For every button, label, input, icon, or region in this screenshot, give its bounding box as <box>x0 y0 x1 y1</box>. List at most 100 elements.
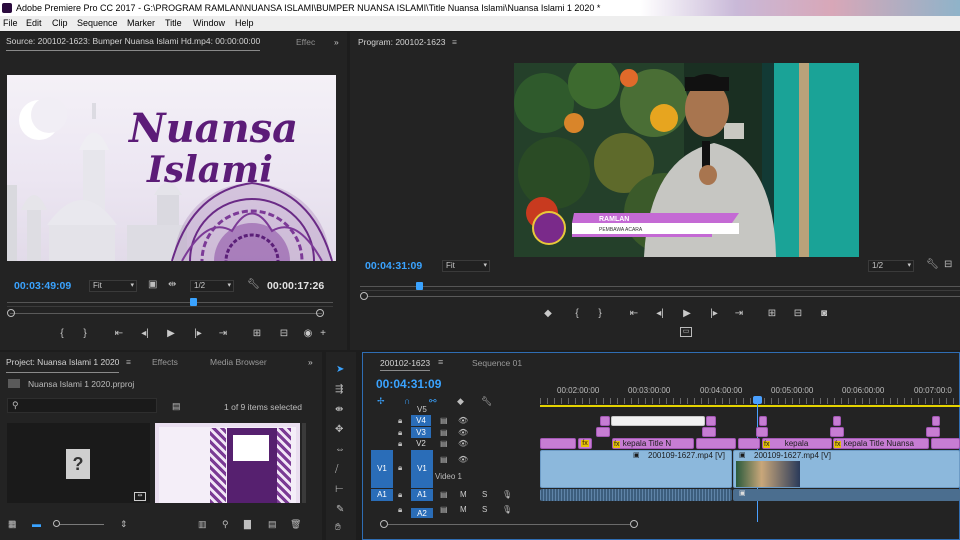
program-go-to-in-icon[interactable]: ⇤ <box>627 308 641 320</box>
v2-title-clip-lead[interactable] <box>540 438 576 449</box>
v2-target[interactable]: V2 <box>411 438 431 449</box>
v1-eye-icon[interactable]: 👁︎ <box>458 454 468 466</box>
v2-title-clip-5[interactable]: fx kepala Title Nuansa <box>833 438 929 449</box>
program-playhead[interactable] <box>416 282 423 290</box>
a2-lock-icon[interactable]: 🔒︎ <box>398 504 402 516</box>
a1-solo[interactable]: S <box>482 490 487 499</box>
pen-tool-icon[interactable]: ✎ <box>336 504 344 516</box>
program-zoom-bar[interactable] <box>368 296 960 297</box>
v3-clip-3[interactable] <box>756 427 768 437</box>
v2-title-clip-6[interactable] <box>931 438 960 449</box>
v1-sync-icon[interactable]: ▤ <box>440 454 448 466</box>
export-frame-icon[interactable]: ◉ <box>301 328 315 340</box>
add-button-icon[interactable]: + <box>316 328 330 340</box>
v4-clip-4[interactable] <box>833 416 841 426</box>
source-zoom-bar[interactable] <box>10 313 322 314</box>
panel-overflow-icon[interactable]: » <box>334 32 339 52</box>
new-bin-from-search-icon[interactable]: ▤ <box>172 400 181 412</box>
razor-tool-icon[interactable]: ⧸ <box>335 464 338 476</box>
timeline-scroll-handle-left[interactable] <box>380 520 388 528</box>
step-forward-icon[interactable]: |▸ <box>191 328 205 340</box>
new-item-icon[interactable]: ▤ <box>268 518 277 530</box>
find-icon[interactable]: ⚲ <box>222 518 229 530</box>
v1-video-clip-2[interactable]: ▣ 200109-1627.mp4 [V] <box>733 450 960 488</box>
camera-icon[interactable]: ◙ <box>817 308 831 320</box>
sequence-01-tab[interactable]: Sequence 01 <box>472 358 522 368</box>
a2-sync-icon[interactable]: ▤ <box>440 504 448 516</box>
add-marker-icon[interactable]: ◆ <box>541 308 555 320</box>
a1-audio-clip-2[interactable]: ▣ <box>733 489 960 501</box>
effects-tab[interactable]: Effects <box>152 352 178 372</box>
sort-icon[interactable]: ⇕ <box>120 518 128 530</box>
v2-eye-icon[interactable]: 👁︎ <box>458 438 468 450</box>
timeline-scroll-handle-right[interactable] <box>630 520 638 528</box>
menu-help[interactable]: Help <box>235 16 254 31</box>
v3-target[interactable]: V3 <box>411 427 431 438</box>
v2-sync-icon[interactable]: ▤ <box>440 438 448 450</box>
menu-sequence[interactable]: Sequence <box>77 16 118 31</box>
program-fit-dropdown[interactable]: Fit <box>442 260 490 272</box>
media-browser-tab[interactable]: Media Browser <box>210 352 267 372</box>
v1-source-patch[interactable]: V1 <box>371 450 393 488</box>
track-select-tool-icon[interactable]: ⇶ <box>335 384 343 396</box>
program-scrub-bar[interactable] <box>360 281 960 291</box>
a2-solo[interactable]: S <box>482 505 487 514</box>
v3-clip-2[interactable] <box>702 427 716 437</box>
automate-to-sequence-icon[interactable]: ▥ <box>198 518 207 530</box>
source-timecode[interactable]: 00:03:49:09 <box>14 280 71 292</box>
program-mark-in-icon[interactable]: { <box>570 308 584 320</box>
menu-title[interactable]: Title <box>165 16 182 31</box>
project-tab[interactable]: Project: Nuansa Islami 1 2020 <box>6 352 120 373</box>
project-item-missing[interactable]: ? ⇹ <box>7 423 150 503</box>
source-scrub-bar[interactable] <box>7 297 333 307</box>
go-to-in-icon[interactable]: ⇤ <box>112 328 126 340</box>
v4-target[interactable]: V4 <box>411 415 431 426</box>
menu-edit[interactable]: Edit <box>26 16 42 31</box>
slip-tool-icon[interactable]: ⊢ <box>335 484 344 496</box>
v1-video-clip-1[interactable]: ▣ 200109-1627.mp4 [V] <box>540 450 732 488</box>
work-area-bar[interactable] <box>540 405 960 407</box>
v4-lock-icon[interactable]: 🔒︎ <box>398 415 402 427</box>
source-playhead[interactable] <box>190 298 197 306</box>
program-mark-out-icon[interactable]: } <box>593 308 607 320</box>
project-menu-icon[interactable]: ≡ <box>126 352 131 372</box>
v3-clip-1[interactable] <box>596 427 610 437</box>
timeline-menu-icon[interactable]: ≡ <box>438 357 443 367</box>
v2-title-clip-2[interactable] <box>696 438 736 449</box>
rolling-edit-tool-icon[interactable]: ✥ <box>335 424 343 436</box>
lift-icon[interactable]: ⊞ <box>765 308 779 320</box>
program-menu-icon[interactable]: ≡ <box>452 32 457 52</box>
v1-target[interactable]: V1 <box>411 450 433 488</box>
step-back-icon[interactable]: ◂| <box>138 328 152 340</box>
v3-clip-5[interactable] <box>926 427 940 437</box>
a1-audio-clip-1[interactable] <box>540 489 732 501</box>
menu-window[interactable]: Window <box>193 16 225 31</box>
timeline-tab[interactable]: 200102-1623 <box>380 358 431 371</box>
new-bin-icon[interactable]: ▇ <box>244 518 251 530</box>
a2-mic-icon[interactable]: 🎙︎ <box>502 504 512 516</box>
a1-source-patch[interactable]: A1 <box>371 489 393 501</box>
go-to-out-icon[interactable]: ⇥ <box>216 328 230 340</box>
project-scrollbar[interactable] <box>302 423 306 503</box>
zoom-slider-track[interactable] <box>56 524 104 525</box>
wrench-icon[interactable]: 🔧︎ <box>247 279 260 291</box>
menu-marker[interactable]: Marker <box>127 16 155 31</box>
ripple-edit-tool-icon[interactable]: ⇼ <box>335 404 343 416</box>
v4-clip-3[interactable] <box>759 416 767 426</box>
extract-icon[interactable]: ⊟ <box>791 308 805 320</box>
v4-sync-icon[interactable]: ▤ <box>440 415 448 427</box>
program-go-to-out-icon[interactable]: ⇥ <box>732 308 746 320</box>
v2-title-clip-3[interactable] <box>738 438 760 449</box>
settings-square-icon[interactable]: ▣ <box>148 279 157 291</box>
v4-clip-1[interactable] <box>600 416 610 426</box>
source-resolution-dropdown[interactable]: 1/2 <box>190 280 234 292</box>
source-zoom-handle-left[interactable] <box>7 309 15 317</box>
program-resolution-dropdown[interactable]: 1/2 <box>868 260 914 272</box>
a1-mute[interactable]: M <box>460 490 467 499</box>
program-step-back-icon[interactable]: ◂| <box>653 308 667 320</box>
v4-clip-white[interactable] <box>611 416 705 426</box>
icon-view-icon[interactable]: ▬ <box>32 518 41 530</box>
insert-clip-icon[interactable]: ⊞ <box>250 328 264 340</box>
zoom-slider-knob[interactable] <box>53 520 60 527</box>
program-tab[interactable]: Program: 200102-1623 <box>358 32 445 52</box>
